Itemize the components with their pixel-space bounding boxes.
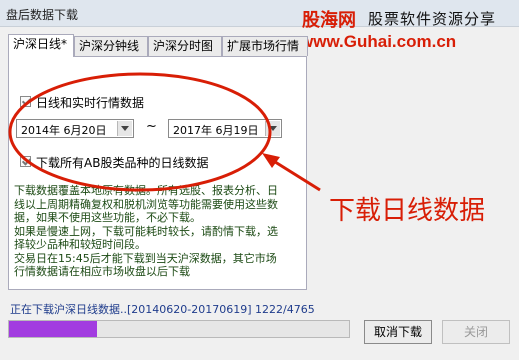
watermark-url: www.Guhai.com.cn <box>300 32 457 51</box>
tab-extended-market[interactable]: 扩展市场行情 <box>222 36 308 56</box>
tab-daily[interactable]: 沪深日线* <box>8 34 74 57</box>
start-date-picker[interactable]: 2014年 6月20日 <box>16 119 134 138</box>
close-button-label: 关闭 <box>463 325 488 339</box>
date-range-separator: ~ <box>146 119 157 134</box>
start-date-value: 2014年 6月20日 <box>21 124 107 137</box>
end-date-picker[interactable]: 2017年 6月19日 <box>168 119 282 138</box>
tab-daily-label: 沪深日线* <box>13 37 68 51</box>
start-date-dropdown-icon[interactable] <box>117 121 132 136</box>
download-progress-bar <box>8 320 350 338</box>
cancel-download-label: 取消下载 <box>373 325 422 339</box>
info-paragraph: 下载数据覆盖本地原有数据。所有选股、报表分析、日线以上周期精确复权和脱机浏览等功… <box>14 184 278 224</box>
close-button[interactable]: 关闭 <box>442 320 510 344</box>
window-title: 盘后数据下载 <box>6 8 79 22</box>
daily-data-checkbox[interactable] <box>20 96 31 107</box>
download-status-text: 正在下载沪深日线数据..[20140620-20170619] 1222/476… <box>10 303 315 316</box>
info-paragraph: 如果是慢速上网，下载可能耗时较长，请酌情下载，选择较少品种和较短时间段。 <box>14 224 278 252</box>
cancel-download-button[interactable]: 取消下载 <box>364 320 432 344</box>
tab-timeshare[interactable]: 沪深分时图 <box>148 36 222 56</box>
end-date-value: 2017年 6月19日 <box>173 124 259 137</box>
tab-timeshare-label: 沪深分时图 <box>153 39 214 53</box>
daily-data-checkbox-label: 日线和实时行情数据 <box>36 96 145 110</box>
tab-minute-label: 沪深分钟线 <box>79 39 140 53</box>
tab-extended-market-label: 扩展市场行情 <box>227 39 300 53</box>
watermark-slogan: 股票软件资源分享 <box>368 10 497 28</box>
info-paragraph: 交易日在15:45后才能下载到当天沪深数据，其它市场行情数据请在相应市场收盘以后… <box>14 251 277 279</box>
watermark-site-name: 股海网 <box>302 10 356 31</box>
ab-shares-checkbox-label: 下载所有AB股类品种的日线数据 <box>36 156 209 170</box>
info-text: 下载数据覆盖本地原有数据。所有选股、报表分析、日线以上周期精确复权和脱机浏览等功… <box>14 184 284 279</box>
tab-minute[interactable]: 沪深分钟线 <box>74 36 148 56</box>
ab-shares-checkbox[interactable] <box>20 156 31 167</box>
annotation-label: 下载日线数据 <box>329 196 486 226</box>
end-date-dropdown-icon[interactable] <box>265 121 280 136</box>
download-progress-fill <box>9 321 98 337</box>
